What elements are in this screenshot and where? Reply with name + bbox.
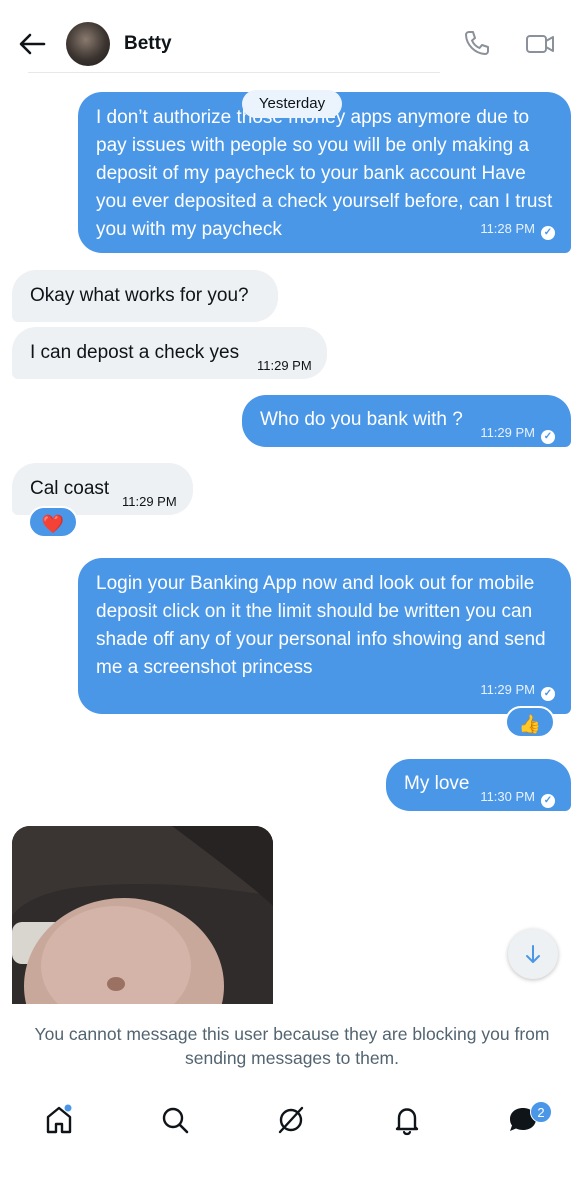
message-outgoing[interactable]: Login your Banking App now and look out … [78,558,571,714]
sent-check-icon: ✓ [541,430,555,444]
search-icon[interactable] [157,1102,193,1138]
image-message[interactable] [12,826,273,1004]
avatar[interactable] [66,22,110,66]
phone-icon[interactable] [462,28,492,58]
message-outgoing[interactable]: My love 11:30 PM ✓ [386,759,571,811]
grok-icon[interactable] [273,1102,309,1138]
sent-check-icon: ✓ [541,226,555,240]
message-text: Okay what works for you? [30,285,249,306]
date-separator: Yesterday [242,90,342,118]
video-call-icon[interactable] [524,30,556,58]
message-outgoing[interactable]: Who do you bank with ? 11:29 PM ✓ [242,395,571,447]
arrow-down-icon [526,945,540,963]
conversation-header: Betty [0,0,584,80]
message-timestamp: 11:28 PM ✓ [480,215,555,243]
message-timestamp: 11:29 PM ✓ [480,419,555,447]
home-icon[interactable] [41,1102,77,1138]
sent-check-icon: ✓ [541,794,555,808]
message-timestamp: 11:29 PM [122,494,177,509]
blocked-notice: You cannot message this user because the… [34,1024,550,1068]
message-timestamp: 11:29 PM [257,358,312,373]
message-incoming[interactable]: Okay what works for you? [12,270,278,322]
reaction-heart[interactable]: ❤️ [28,506,78,538]
message-incoming[interactable]: I can depost a check yes 11:29 PM [12,327,327,379]
contact-name[interactable]: Betty [124,33,172,55]
sent-check-icon: ✓ [541,687,555,701]
reaction-thumbs-up[interactable]: 👍 [505,706,555,738]
messages-badge: 2 [530,1101,552,1123]
notifications-icon[interactable] [389,1102,425,1138]
scroll-to-bottom-button[interactable] [508,929,558,979]
back-arrow-icon[interactable] [16,30,48,58]
message-timestamp: 11:29 PM ✓ [480,676,555,704]
message-text: Login your Banking App now and look out … [96,573,546,678]
header-divider [28,72,440,73]
message-timestamp: 11:30 PM ✓ [480,783,555,811]
bottom-navigation [0,1090,584,1150]
